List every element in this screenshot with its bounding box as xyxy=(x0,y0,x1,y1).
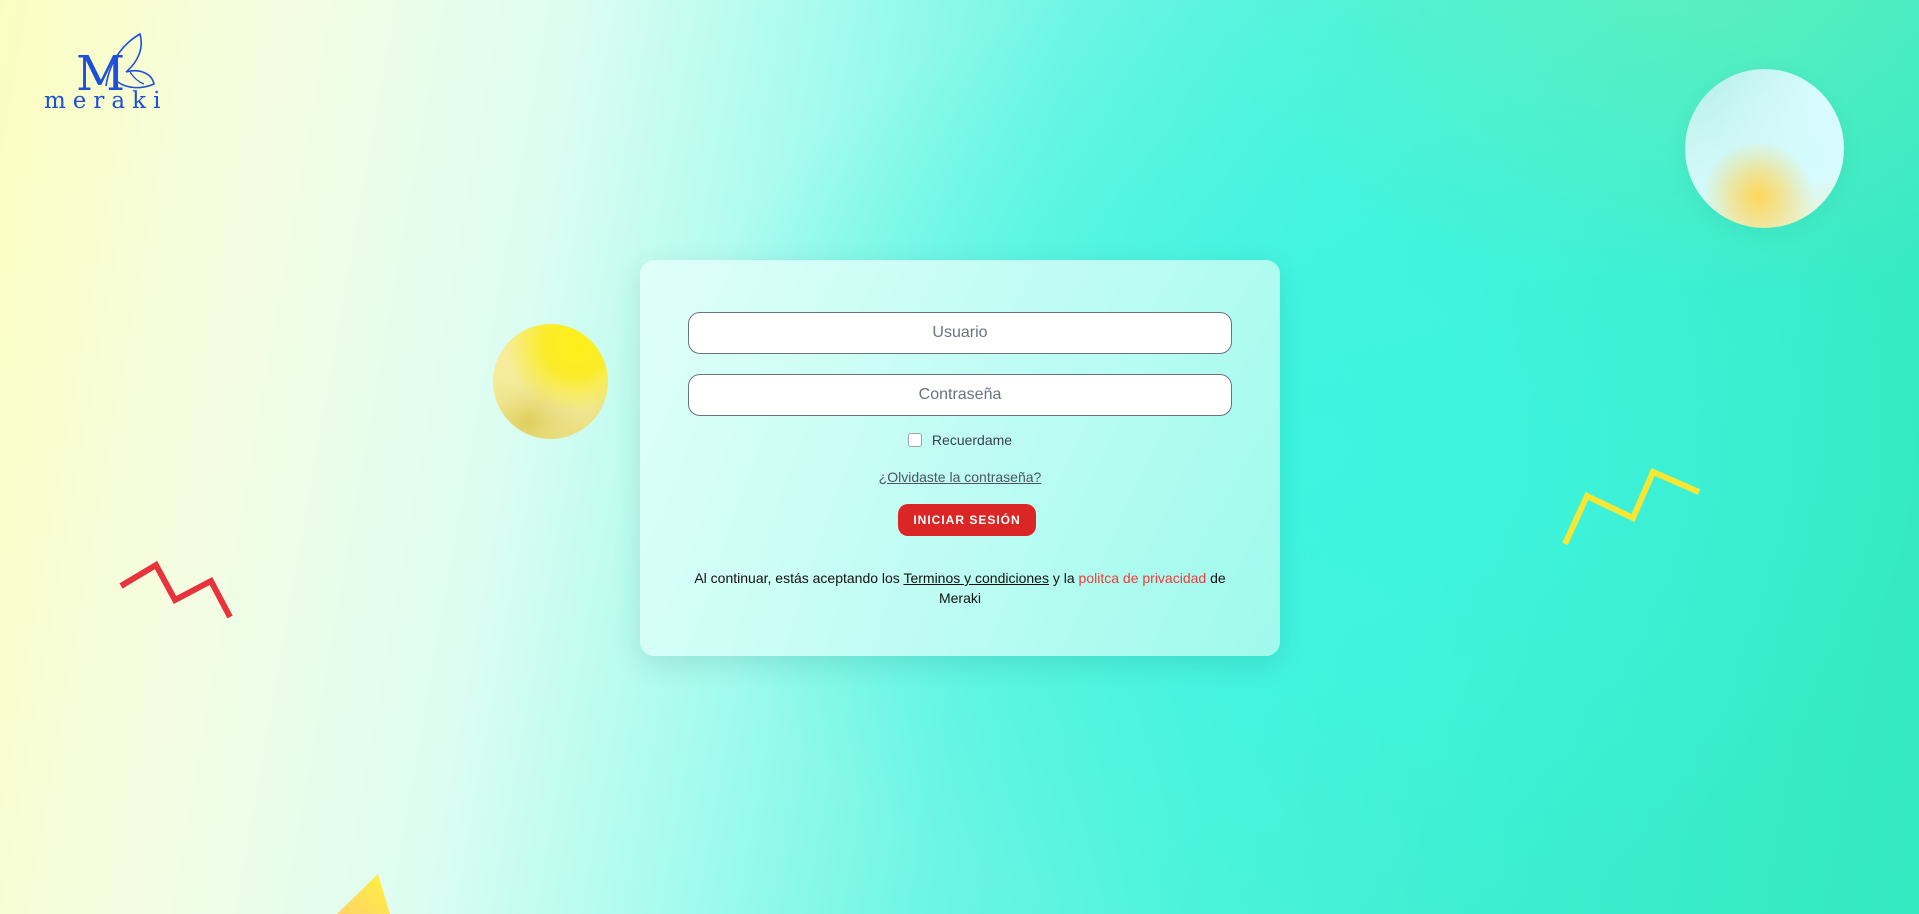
remember-me-row: Recuerdame xyxy=(640,432,1280,448)
login-button[interactable]: INICIAR SESIÓN xyxy=(898,504,1036,536)
login-card: Recuerdame ¿Olvidaste la contraseña? INI… xyxy=(640,260,1280,656)
decorative-orb-right xyxy=(1685,69,1844,228)
privacy-policy-link[interactable]: politca de privacidad xyxy=(1079,570,1207,586)
yellow-zigzag-decoration xyxy=(1562,468,1701,546)
decorative-orb-left xyxy=(493,324,608,439)
username-input[interactable] xyxy=(688,312,1232,354)
terms-link[interactable]: Terminos y condiciones xyxy=(903,570,1049,586)
legal-notice: Al continuar, estás aceptando los Termin… xyxy=(680,568,1240,608)
yellow-triangle-decoration xyxy=(337,874,390,914)
remember-me-checkbox[interactable] xyxy=(907,433,922,447)
forgot-password-link[interactable]: ¿Olvidaste la contraseña? xyxy=(640,469,1280,485)
red-zigzag-decoration xyxy=(119,560,233,619)
password-input[interactable] xyxy=(688,374,1232,416)
remember-me-label[interactable]: Recuerdame xyxy=(932,432,1012,448)
legal-middle: y la xyxy=(1048,570,1079,586)
legal-prefix: Al continuar, estás aceptando los xyxy=(694,570,904,586)
brand-name: meraki xyxy=(44,88,168,114)
